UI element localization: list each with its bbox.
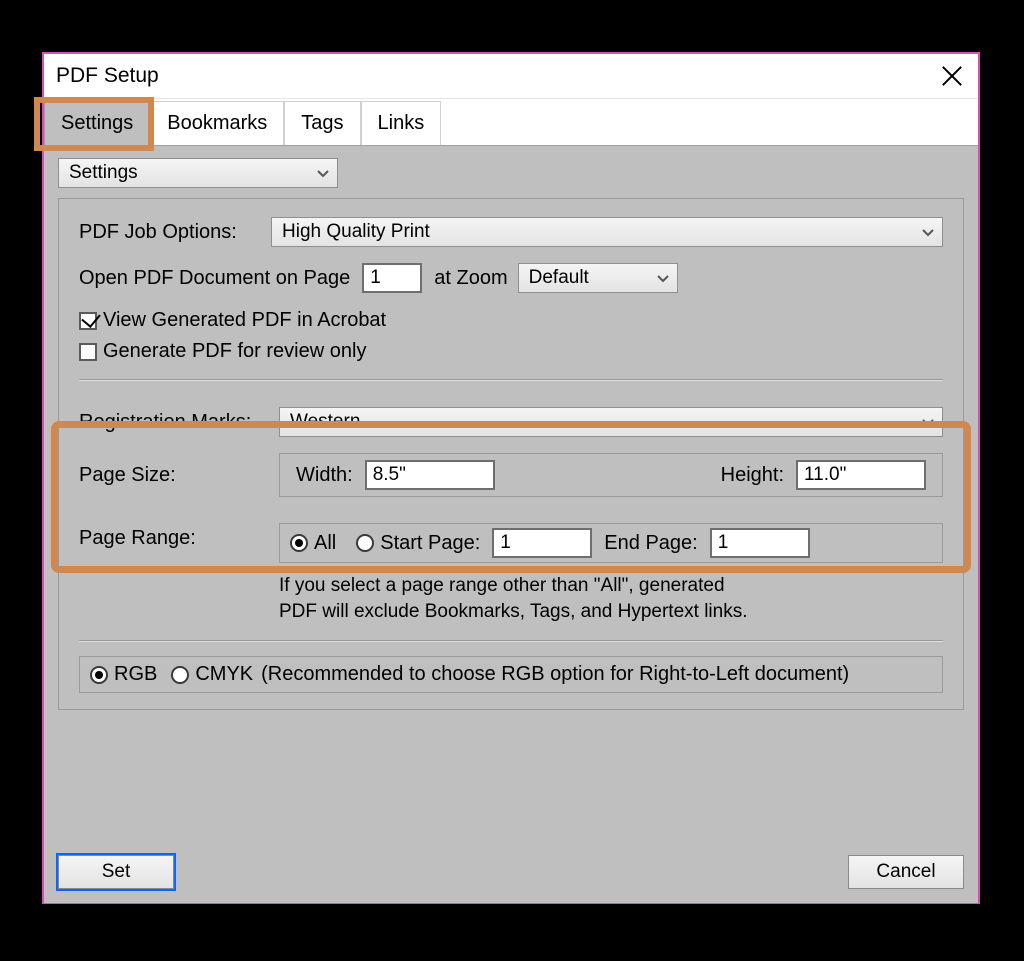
divider (79, 379, 943, 381)
checkbox-icon (79, 343, 97, 361)
chevron-down-icon (317, 170, 329, 178)
window-title: PDF Setup (56, 64, 938, 88)
settings-content: PDF Job Options: High Quality Print Open… (58, 198, 964, 710)
radio-icon (290, 534, 308, 552)
generate-review-label: Generate PDF for review only (103, 340, 366, 363)
tab-bookmarks[interactable]: Bookmarks (150, 101, 284, 145)
page-range-note-1: If you select a page range other than "A… (279, 573, 943, 599)
cancel-button[interactable]: Cancel (848, 855, 964, 889)
height-input[interactable] (796, 460, 926, 490)
height-label: Height: (721, 464, 784, 487)
page-range-start-radio[interactable]: Start Page: (356, 532, 480, 555)
registration-marks-value: Western (290, 411, 360, 433)
job-options-value: High Quality Print (282, 221, 430, 243)
open-page-input[interactable] (362, 263, 422, 293)
registration-marks-label: Registration Marks: (79, 411, 279, 434)
pdf-setup-dialog: PDF Setup Settings Bookmarks Tags Links … (42, 52, 980, 904)
zoom-dropdown[interactable]: Default (518, 263, 678, 293)
start-page-label: Start Page: (380, 532, 480, 555)
width-input[interactable] (365, 460, 495, 490)
zoom-value: Default (529, 267, 589, 289)
start-page-input[interactable] (492, 528, 592, 558)
page-range-all-label: All (314, 532, 336, 555)
end-page-label: End Page: (604, 532, 697, 555)
settings-category-value: Settings (69, 162, 138, 184)
page-range-all-radio[interactable]: All (290, 532, 336, 555)
generate-review-checkbox[interactable]: Generate PDF for review only (79, 340, 366, 363)
settings-category-dropdown[interactable]: Settings (58, 158, 338, 188)
registration-marks-dropdown[interactable]: Western (279, 407, 943, 437)
page-range-note-2: PDF will exclude Bookmarks, Tags, and Hy… (279, 599, 943, 625)
tab-settings[interactable]: Settings (44, 101, 150, 145)
view-acrobat-checkbox[interactable]: View Generated PDF in Acrobat (79, 309, 386, 332)
dialog-buttons: Set Cancel (58, 855, 964, 889)
color-rgb-label: RGB (114, 663, 157, 686)
open-page-label: Open PDF Document on Page (79, 267, 350, 290)
width-label: Width: (296, 464, 353, 487)
tab-links-label: Links (378, 112, 425, 134)
client-area: Settings Bookmarks Tags Links Settings (44, 99, 978, 903)
close-icon[interactable] (938, 62, 966, 90)
tab-links[interactable]: Links (361, 101, 442, 145)
tab-bookmarks-label: Bookmarks (167, 112, 267, 134)
tab-tags[interactable]: Tags (284, 101, 360, 145)
page-size-label: Page Size: (79, 464, 279, 487)
settings-panel: Settings PDF Job Options: High Quality P… (44, 146, 978, 724)
color-cmyk-label: CMYK (195, 663, 253, 686)
view-acrobat-label: View Generated PDF in Acrobat (103, 309, 386, 332)
chevron-down-icon (922, 419, 934, 427)
checkbox-icon (79, 312, 97, 330)
color-rgb-radio[interactable]: RGB (90, 663, 157, 686)
divider (79, 640, 943, 642)
cancel-button-label: Cancel (876, 861, 935, 883)
tab-bar: Settings Bookmarks Tags Links (44, 99, 978, 146)
color-note: (Recommended to choose RGB option for Ri… (261, 663, 849, 686)
color-cmyk-radio[interactable]: CMYK (171, 663, 253, 686)
set-button[interactable]: Set (58, 855, 174, 889)
tab-tags-label: Tags (301, 112, 343, 134)
titlebar: PDF Setup (44, 54, 978, 99)
end-page-input[interactable] (710, 528, 810, 558)
chevron-down-icon (922, 229, 934, 237)
set-button-label: Set (102, 861, 131, 883)
chevron-down-icon (657, 275, 669, 283)
job-options-label: PDF Job Options: (79, 221, 271, 244)
radio-icon (90, 666, 108, 684)
zoom-label: at Zoom (434, 267, 507, 290)
radio-icon (356, 534, 374, 552)
radio-icon (171, 666, 189, 684)
page-range-label: Page Range: (79, 523, 279, 550)
job-options-dropdown[interactable]: High Quality Print (271, 217, 943, 247)
tab-settings-label: Settings (61, 112, 133, 134)
